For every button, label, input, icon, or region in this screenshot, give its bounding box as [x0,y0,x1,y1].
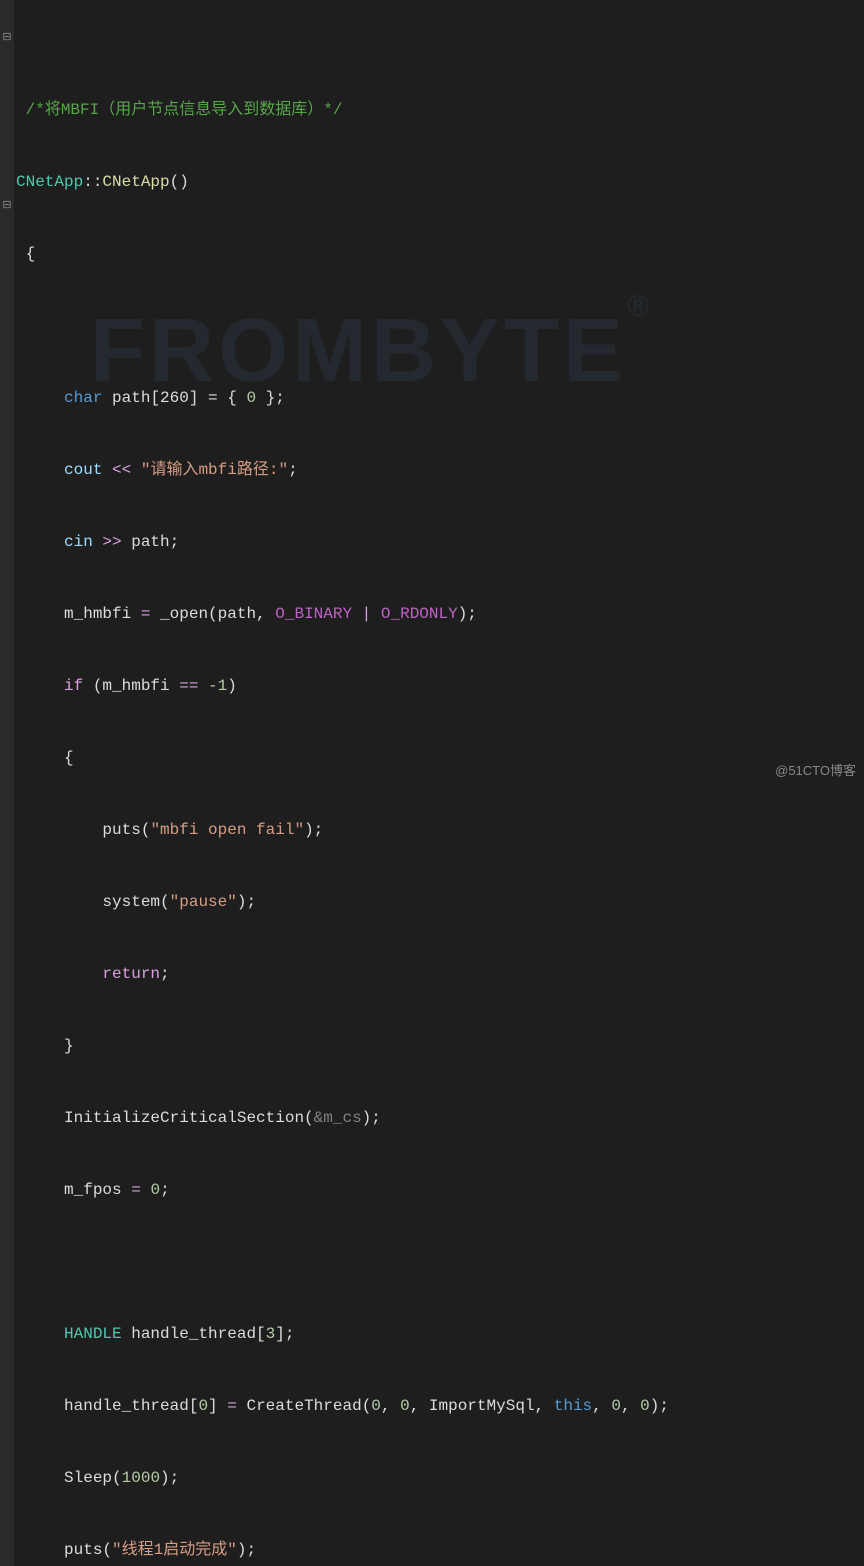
code-line: handle_thread[0] = CreateThread(0, 0, Im… [0,1394,864,1418]
code-line: { [0,242,864,266]
code-line: puts("mbfi open fail"); [0,818,864,842]
code-line: return; [0,962,864,986]
code-line: cin >> path; [0,530,864,554]
code-line: InitializeCriticalSection(&m_cs); [0,1106,864,1130]
code-line [0,1250,864,1274]
code-line: /*将MBFI（用户节点信息导入到数据库）*/ [0,98,864,122]
code-line: CNetApp::CNetApp() [0,170,864,194]
comment-text: /*将MBFI（用户节点信息导入到数据库）*/ [26,101,343,119]
code-line: puts("线程1启动完成"); [0,1538,864,1562]
code-line: system("pause"); [0,890,864,914]
code-line: { [0,746,864,770]
code-line: } [0,1034,864,1058]
fold-gutter: ⊟ ⊟ [0,0,14,1566]
code-editor[interactable]: ⊟ ⊟ /*将MBFI（用户节点信息导入到数据库）*/ CNetApp::CNe… [0,0,864,1566]
fold-minus-icon[interactable]: ⊟ [2,194,12,218]
code-line: Sleep(1000); [0,1466,864,1490]
code-line: if (m_hmbfi == -1) [0,674,864,698]
code-line: char path[260] = { 0 }; [0,386,864,410]
code-line: m_fpos = 0; [0,1178,864,1202]
attribution-text: @51CTO博客 [775,760,856,779]
code-line: m_hmbfi = _open(path, O_BINARY | O_RDONL… [0,602,864,626]
code-line: cout << "请输入mbfi路径:"; [0,458,864,482]
code-line [0,314,864,338]
fold-minus-icon[interactable]: ⊟ [2,26,12,50]
code-line: HANDLE handle_thread[3]; [0,1322,864,1346]
